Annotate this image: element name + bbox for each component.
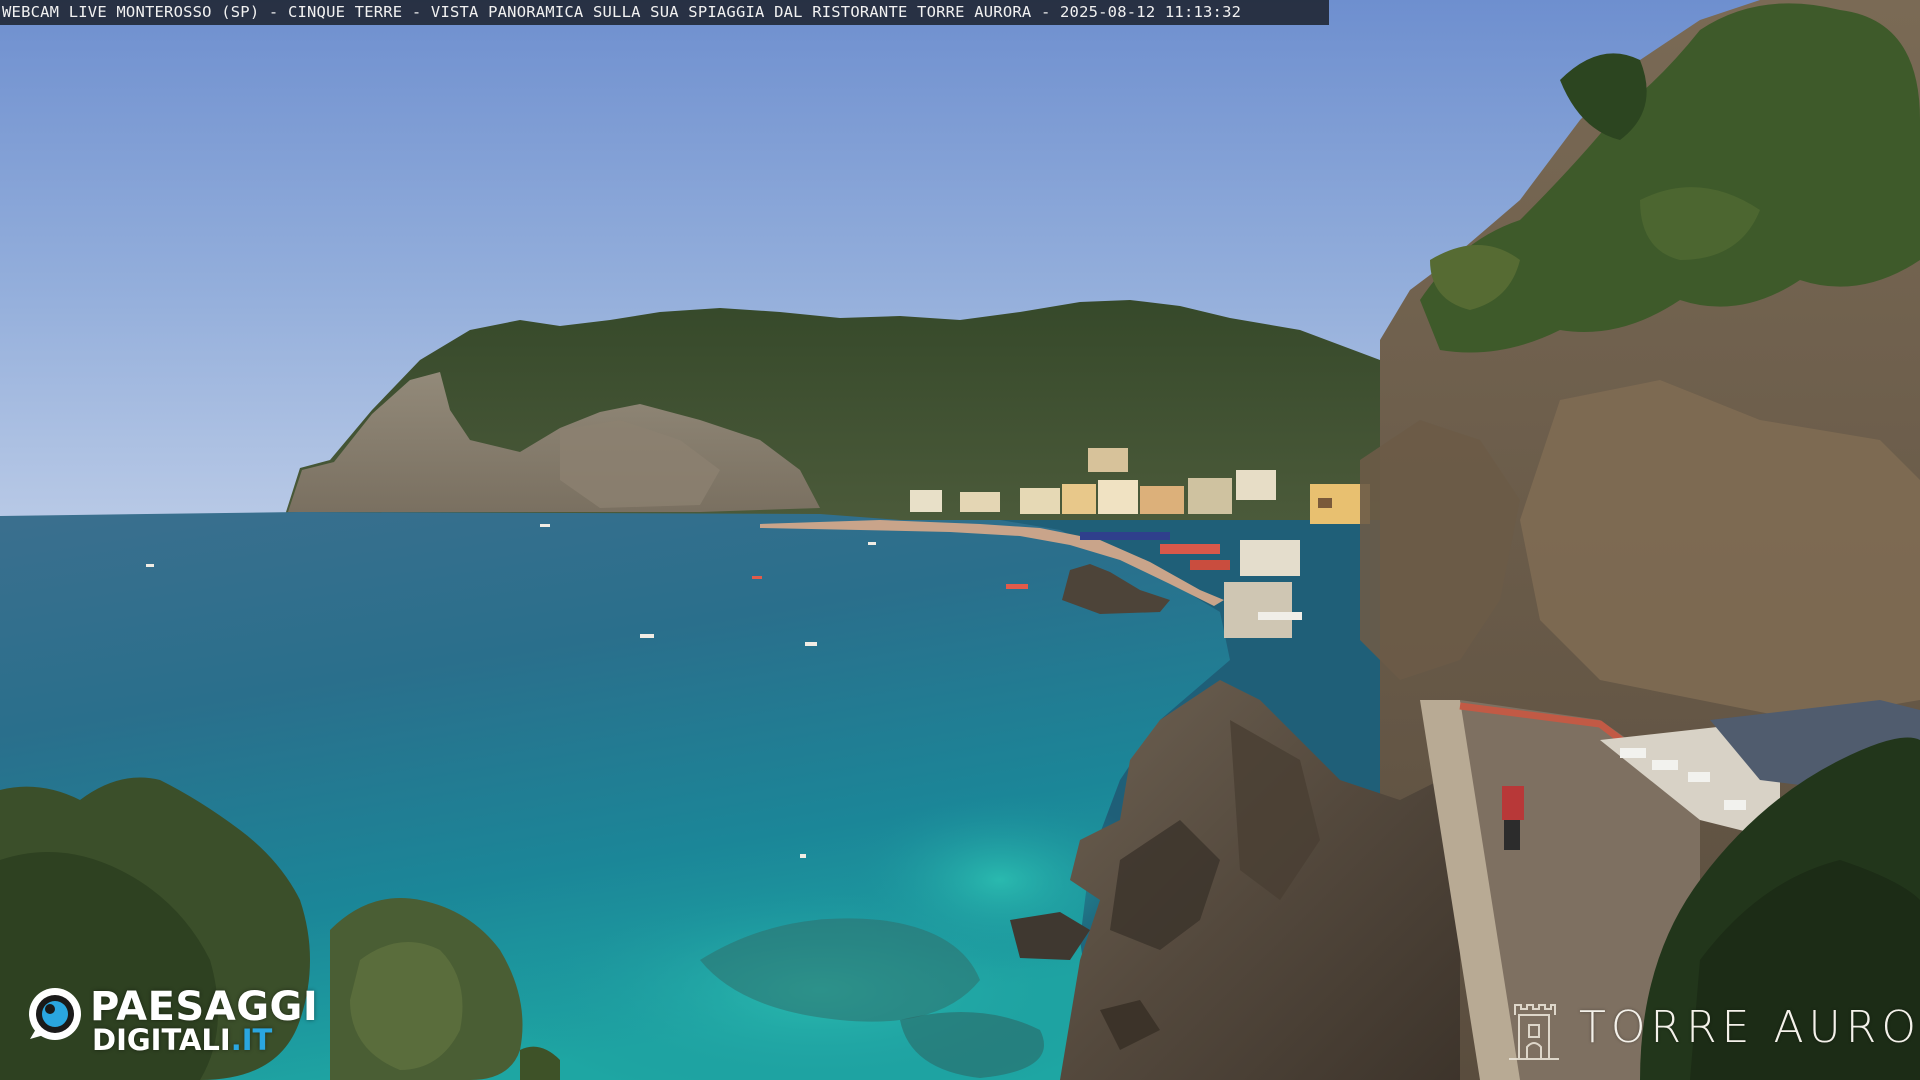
landscape xyxy=(0,0,1920,1080)
paesaggi-digitali-logo[interactable]: PAESAGGI DIGITALI.IT xyxy=(26,985,336,1065)
eye-lens-icon xyxy=(29,988,81,1040)
sponsor-name: TORRE AURORA xyxy=(1579,1002,1920,1053)
torre-aurora-watermark: TORRE AURORA xyxy=(1505,993,1920,1063)
webcam-view: WEBCAM LIVE MONTEROSSO (SP) - CINQUE TER… xyxy=(0,0,1920,1080)
tower-emblem-icon xyxy=(1509,1004,1559,1060)
webcam-caption: WEBCAM LIVE MONTEROSSO (SP) - CINQUE TER… xyxy=(0,0,1329,25)
logo-wordmark-line2: DIGITALI.IT xyxy=(92,1023,273,1057)
logo-tld: .IT xyxy=(230,1023,273,1057)
